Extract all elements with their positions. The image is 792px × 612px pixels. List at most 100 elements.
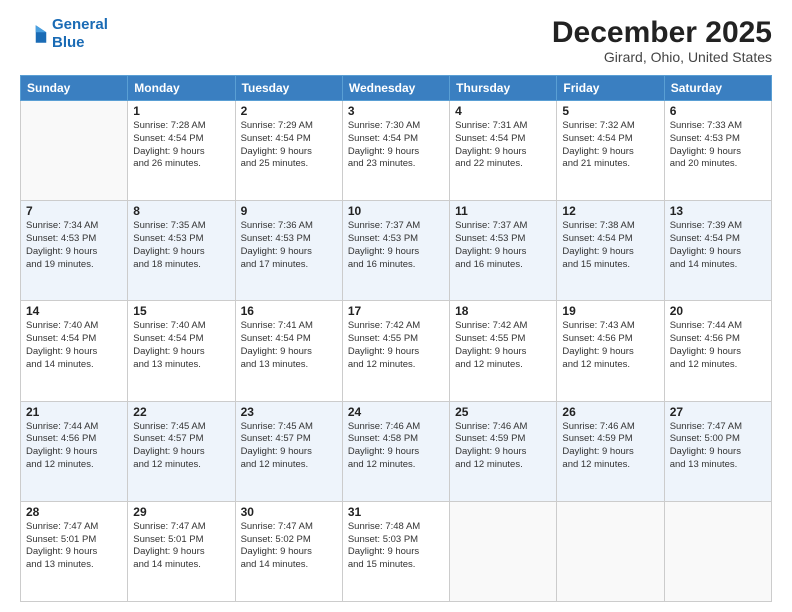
day-number: 22 (133, 405, 229, 419)
logo-line2: Blue (52, 34, 85, 51)
day-number: 21 (26, 405, 122, 419)
day-info: Sunrise: 7:40 AMSunset: 4:54 PMDaylight:… (133, 320, 229, 371)
weekday-header: Monday (128, 76, 235, 101)
day-number: 29 (133, 505, 229, 519)
day-number: 12 (562, 204, 658, 218)
day-info: Sunrise: 7:46 AMSunset: 4:59 PMDaylight:… (455, 421, 551, 472)
day-number: 18 (455, 304, 551, 318)
day-info: Sunrise: 7:47 AMSunset: 5:02 PMDaylight:… (241, 521, 337, 572)
calendar-cell: 6 Sunrise: 7:33 AMSunset: 4:53 PMDaylight… (664, 101, 771, 201)
day-info: Sunrise: 7:38 AMSunset: 4:54 PMDaylight:… (562, 220, 658, 271)
day-number: 5 (562, 104, 658, 118)
day-info: Sunrise: 7:35 AMSunset: 4:53 PMDaylight:… (133, 220, 229, 271)
day-info: Sunrise: 7:44 AMSunset: 4:56 PMDaylight:… (26, 421, 122, 472)
header: General Blue December 2025 Girard, Ohio,… (20, 16, 772, 65)
day-info: Sunrise: 7:28 AMSunset: 4:54 PMDaylight:… (133, 120, 229, 171)
calendar-cell: 8 Sunrise: 7:35 AMSunset: 4:53 PMDaylight… (128, 201, 235, 301)
day-info: Sunrise: 7:33 AMSunset: 4:53 PMDaylight:… (670, 120, 766, 171)
calendar-cell (557, 501, 664, 601)
day-info: Sunrise: 7:47 AMSunset: 5:00 PMDaylight:… (670, 421, 766, 472)
calendar-cell: 23 Sunrise: 7:45 AMSunset: 4:57 PMDayligh… (235, 401, 342, 501)
logo: General Blue (20, 16, 108, 52)
day-info: Sunrise: 7:42 AMSunset: 4:55 PMDaylight:… (348, 320, 444, 371)
calendar-cell: 14Sunrise: 7:40 AMSunset: 4:54 PMDayligh… (21, 301, 128, 401)
calendar-cell: 7 Sunrise: 7:34 AMSunset: 4:53 PMDaylight… (21, 201, 128, 301)
day-number: 4 (455, 104, 551, 118)
day-number: 13 (670, 204, 766, 218)
calendar-cell: 5 Sunrise: 7:32 AMSunset: 4:54 PMDaylight… (557, 101, 664, 201)
calendar-cell: 19 Sunrise: 7:43 AMSunset: 4:56 PMDayligh… (557, 301, 664, 401)
calendar-cell: 28 Sunrise: 7:47 AMSunset: 5:01 PMDayligh… (21, 501, 128, 601)
logo-icon (20, 20, 48, 48)
day-number: 15 (133, 304, 229, 318)
day-info: Sunrise: 7:41 AMSunset: 4:54 PMDaylight:… (241, 320, 337, 371)
calendar-cell: 11 Sunrise: 7:37 AMSunset: 4:53 PMDayligh… (450, 201, 557, 301)
calendar-cell: 21 Sunrise: 7:44 AMSunset: 4:56 PMDayligh… (21, 401, 128, 501)
day-number: 3 (348, 104, 444, 118)
weekday-header: Saturday (664, 76, 771, 101)
day-info: Sunrise: 7:45 AMSunset: 4:57 PMDaylight:… (133, 421, 229, 472)
logo-text: General Blue (52, 16, 108, 52)
calendar-cell (664, 501, 771, 601)
day-number: 9 (241, 204, 337, 218)
day-info: Sunrise: 7:45 AMSunset: 4:57 PMDaylight:… (241, 421, 337, 472)
day-number: 27 (670, 405, 766, 419)
day-number: 30 (241, 505, 337, 519)
day-number: 11 (455, 204, 551, 218)
day-info: Sunrise: 7:47 AMSunset: 5:01 PMDaylight:… (26, 521, 122, 572)
day-number: 19 (562, 304, 658, 318)
page: General Blue December 2025 Girard, Ohio,… (0, 0, 792, 612)
calendar-cell: 15 Sunrise: 7:40 AMSunset: 4:54 PMDayligh… (128, 301, 235, 401)
day-info: Sunrise: 7:32 AMSunset: 4:54 PMDaylight:… (562, 120, 658, 171)
day-number: 28 (26, 505, 122, 519)
month-title: December 2025 (552, 16, 772, 49)
calendar-cell: 4Sunrise: 7:31 AMSunset: 4:54 PMDaylight… (450, 101, 557, 201)
location: Girard, Ohio, United States (552, 49, 772, 65)
calendar-cell: 29 Sunrise: 7:47 AMSunset: 5:01 PMDayligh… (128, 501, 235, 601)
day-number: 16 (241, 304, 337, 318)
title-block: December 2025 Girard, Ohio, United State… (552, 16, 772, 65)
day-info: Sunrise: 7:46 AMSunset: 4:58 PMDaylight:… (348, 421, 444, 472)
day-info: Sunrise: 7:44 AMSunset: 4:56 PMDaylight:… (670, 320, 766, 371)
day-number: 25 (455, 405, 551, 419)
day-info: Sunrise: 7:46 AMSunset: 4:59 PMDaylight:… (562, 421, 658, 472)
calendar-cell: 12 Sunrise: 7:38 AMSunset: 4:54 PMDayligh… (557, 201, 664, 301)
day-info: Sunrise: 7:37 AMSunset: 4:53 PMDaylight:… (348, 220, 444, 271)
day-number: 2 (241, 104, 337, 118)
calendar-cell: 22 Sunrise: 7:45 AMSunset: 4:57 PMDayligh… (128, 401, 235, 501)
day-info: Sunrise: 7:47 AMSunset: 5:01 PMDaylight:… (133, 521, 229, 572)
day-info: Sunrise: 7:37 AMSunset: 4:53 PMDaylight:… (455, 220, 551, 271)
calendar-week-row: 21 Sunrise: 7:44 AMSunset: 4:56 PMDayligh… (21, 401, 772, 501)
day-number: 23 (241, 405, 337, 419)
day-info: Sunrise: 7:42 AMSunset: 4:55 PMDaylight:… (455, 320, 551, 371)
day-number: 7 (26, 204, 122, 218)
day-number: 10 (348, 204, 444, 218)
calendar-week-row: 14Sunrise: 7:40 AMSunset: 4:54 PMDayligh… (21, 301, 772, 401)
calendar-week-row: 28 Sunrise: 7:47 AMSunset: 5:01 PMDayligh… (21, 501, 772, 601)
day-number: 6 (670, 104, 766, 118)
day-info: Sunrise: 7:30 AMSunset: 4:54 PMDaylight:… (348, 120, 444, 171)
logo-line1: General (52, 16, 108, 33)
day-number: 8 (133, 204, 229, 218)
day-info: Sunrise: 7:29 AMSunset: 4:54 PMDaylight:… (241, 120, 337, 171)
weekday-header: Thursday (450, 76, 557, 101)
calendar-cell: 31Sunrise: 7:48 AMSunset: 5:03 PMDayligh… (342, 501, 449, 601)
calendar-cell: 24Sunrise: 7:46 AMSunset: 4:58 PMDayligh… (342, 401, 449, 501)
calendar-cell: 30 Sunrise: 7:47 AMSunset: 5:02 PMDayligh… (235, 501, 342, 601)
calendar-cell (450, 501, 557, 601)
calendar-cell: 20 Sunrise: 7:44 AMSunset: 4:56 PMDayligh… (664, 301, 771, 401)
calendar-cell: 2 Sunrise: 7:29 AMSunset: 4:54 PMDaylight… (235, 101, 342, 201)
calendar-cell: 10 Sunrise: 7:37 AMSunset: 4:53 PMDayligh… (342, 201, 449, 301)
day-info: Sunrise: 7:36 AMSunset: 4:53 PMDaylight:… (241, 220, 337, 271)
weekday-header: Tuesday (235, 76, 342, 101)
calendar-cell: 27 Sunrise: 7:47 AMSunset: 5:00 PMDayligh… (664, 401, 771, 501)
day-info: Sunrise: 7:43 AMSunset: 4:56 PMDaylight:… (562, 320, 658, 371)
day-number: 20 (670, 304, 766, 318)
day-number: 31 (348, 505, 444, 519)
day-info: Sunrise: 7:34 AMSunset: 4:53 PMDaylight:… (26, 220, 122, 271)
calendar-week-row: 1Sunrise: 7:28 AMSunset: 4:54 PMDaylight… (21, 101, 772, 201)
calendar-week-row: 7 Sunrise: 7:34 AMSunset: 4:53 PMDaylight… (21, 201, 772, 301)
calendar-header-row: SundayMondayTuesdayWednesdayThursdayFrid… (21, 76, 772, 101)
weekday-header: Wednesday (342, 76, 449, 101)
calendar-cell: 1Sunrise: 7:28 AMSunset: 4:54 PMDaylight… (128, 101, 235, 201)
